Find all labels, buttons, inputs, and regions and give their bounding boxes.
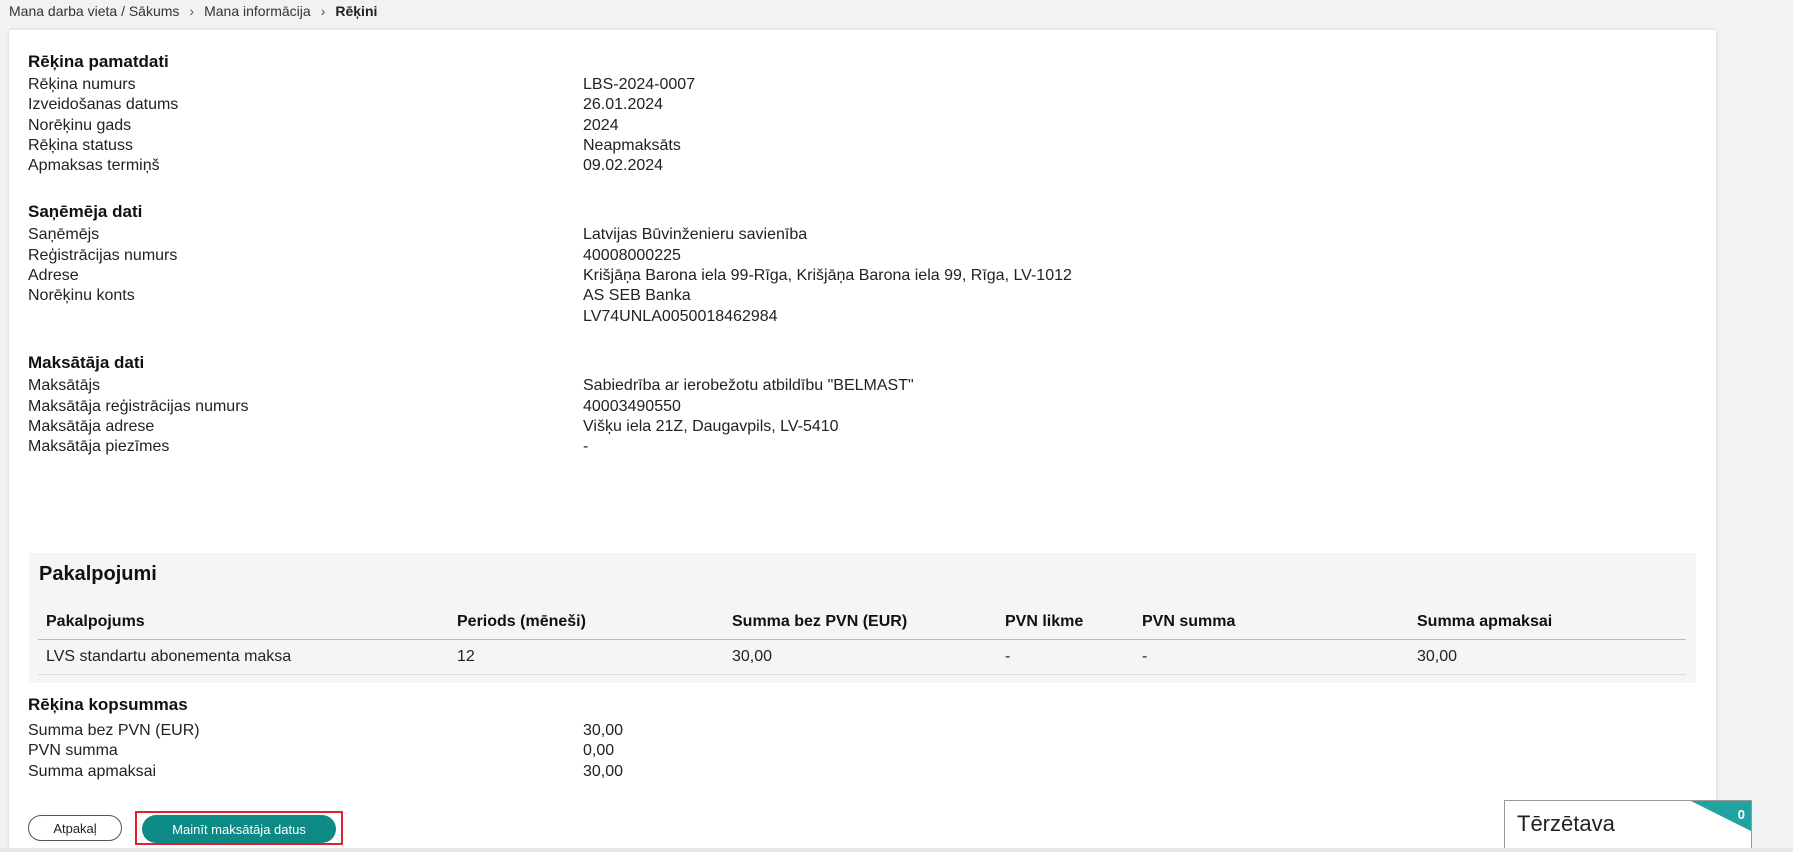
- row-value: 40008000225: [583, 247, 681, 264]
- chevron-right-icon: ›: [189, 3, 195, 19]
- row-value: Krišjāņa Barona iela 99-Rīga, Krišjāņa B…: [583, 267, 1072, 284]
- chevron-right-icon: ›: [320, 3, 326, 19]
- invoice-basic-title: Rēķina pamatdati: [28, 52, 169, 71]
- total-payable-row: Summa apmaksai 30,00: [28, 763, 1228, 785]
- row-value: LBS-2024-0007: [583, 76, 696, 93]
- total-without-vat-row: Summa bez PVN (EUR) 30,00: [28, 722, 1228, 744]
- chat-widget[interactable]: Tērzētava 0: [1504, 800, 1752, 852]
- breadcrumb-home-link[interactable]: Mana darba vieta / Sākums: [9, 3, 179, 19]
- chat-title: Tērzētava: [1517, 811, 1615, 836]
- column-header: Pakalpojums: [38, 605, 449, 640]
- page-bottom-edge: [0, 848, 1793, 852]
- row-label: PVN summa: [28, 742, 118, 759]
- invoice-number-row: Rēķina numurs LBS-2024-0007: [28, 76, 1228, 98]
- row-label: Rēķina numurs: [28, 76, 136, 93]
- row-label: Izveidošanas datums: [28, 96, 179, 113]
- row-label: Maksātāja reģistrācijas numurs: [28, 398, 249, 415]
- table-cell: 12: [449, 639, 724, 675]
- payer-title: Maksātāja dati: [28, 353, 145, 372]
- row-label: Summa bez PVN (EUR): [28, 722, 200, 739]
- row-value: 0,00: [583, 742, 615, 759]
- services-panel: Pakalpojumi Pakalpojums Periods (mēneši)…: [29, 553, 1696, 683]
- column-header: Periods (mēneši): [449, 605, 724, 640]
- total-vat-row: PVN summa 0,00: [28, 742, 1228, 764]
- recipient-title: Saņēmēja dati: [28, 202, 143, 221]
- totals-title: Rēķina kopsummas: [28, 695, 188, 714]
- row-value: 30,00: [583, 722, 624, 739]
- row-label: Adrese: [28, 267, 79, 284]
- account-number: LV74UNLA0050018462984: [583, 308, 778, 325]
- row-value: Višķu iela 21Z, Daugavpils, LV-5410: [583, 418, 839, 435]
- column-header: Summa bez PVN (EUR): [724, 605, 997, 640]
- row-value: 30,00: [583, 763, 624, 780]
- row-value: 09.02.2024: [583, 157, 664, 174]
- row-value: 40003490550: [583, 398, 681, 415]
- row-label: Maksātāja piezīmes: [28, 438, 170, 455]
- row-label: Maksātāja adrese: [28, 418, 155, 435]
- column-header: Summa apmaksai: [1409, 605, 1686, 640]
- row-label: Summa apmaksai: [28, 763, 157, 780]
- row-value: 26.01.2024: [583, 96, 664, 113]
- created-date-row: Izveidošanas datums 26.01.2024: [28, 96, 1228, 118]
- services-table: Pakalpojums Periods (mēneši) Summa bez P…: [38, 605, 1686, 675]
- breadcrumb-my-info-link[interactable]: Mana informācija: [204, 3, 311, 19]
- row-label: Norēķinu konts: [28, 287, 135, 304]
- payer-notes-row: Maksātāja piezīmes -: [28, 438, 1228, 460]
- invoice-card: Rēķina pamatdati Rēķina numurs LBS-2024-…: [9, 30, 1716, 852]
- row-label: Reģistrācijas numurs: [28, 247, 178, 264]
- column-header: PVN likme: [997, 605, 1134, 640]
- column-header: PVN summa: [1134, 605, 1409, 640]
- billing-year-row: Norēķinu gads 2024: [28, 117, 1228, 139]
- invoice-status-row: Rēķina statuss Neapmaksāts: [28, 137, 1228, 159]
- row-value: Sabiedrība ar ierobežotu atbildību "BELM…: [583, 377, 914, 394]
- payer-address-row: Maksātāja adrese Višķu iela 21Z, Daugavp…: [28, 418, 1228, 440]
- breadcrumb: Mana darba vieta / Sākums › Mana informā…: [9, 3, 377, 19]
- recipient-account-row: Norēķinu konts AS SEB Banka: [28, 287, 1228, 309]
- row-value: 2024: [583, 117, 619, 134]
- row-label: Rēķina statuss: [28, 137, 133, 154]
- payment-due-row: Apmaksas termiņš 09.02.2024: [28, 157, 1228, 179]
- recipient-address-row: Adrese Krišjāņa Barona iela 99-Rīga, Kri…: [28, 267, 1228, 289]
- chat-count-badge: 0: [1737, 807, 1745, 822]
- recipient-name-row: Saņēmējs Latvijas Būvinženieru savienība: [28, 226, 1228, 248]
- table-cell: -: [997, 639, 1134, 675]
- row-label: Saņēmējs: [28, 226, 100, 243]
- payer-reg-row: Maksātāja reģistrācijas numurs 400034905…: [28, 398, 1228, 420]
- table-cell: 30,00: [724, 639, 997, 675]
- row-label: Maksātājs: [28, 377, 101, 394]
- row-value: Latvijas Būvinženieru savienība: [583, 226, 808, 243]
- table-cell: 30,00: [1409, 639, 1686, 675]
- table-row: LVS standartu abonementa maksa 12 30,00 …: [38, 639, 1686, 675]
- services-title: Pakalpojumi: [39, 563, 157, 585]
- row-value: Neapmaksāts: [583, 137, 681, 154]
- breadcrumb-current: Rēķini: [335, 3, 378, 19]
- row-label: Norēķinu gads: [28, 117, 132, 134]
- row-value: -: [583, 438, 589, 455]
- row-value: AS SEB Banka: [583, 287, 691, 304]
- row-label: Apmaksas termiņš: [28, 157, 160, 174]
- change-payer-button[interactable]: Mainīt maksātāja datus: [142, 815, 336, 843]
- table-cell: LVS standartu abonementa maksa: [38, 639, 449, 675]
- back-button[interactable]: Atpakaļ: [28, 815, 122, 841]
- table-cell: -: [1134, 639, 1409, 675]
- recipient-reg-row: Reģistrācijas numurs 40008000225: [28, 247, 1228, 269]
- table-header-row: Pakalpojums Periods (mēneši) Summa bez P…: [38, 605, 1686, 640]
- payer-name-row: Maksātājs Sabiedrība ar ierobežotu atbil…: [28, 377, 1228, 399]
- recipient-account-number-row: LV74UNLA0050018462984: [28, 308, 1228, 330]
